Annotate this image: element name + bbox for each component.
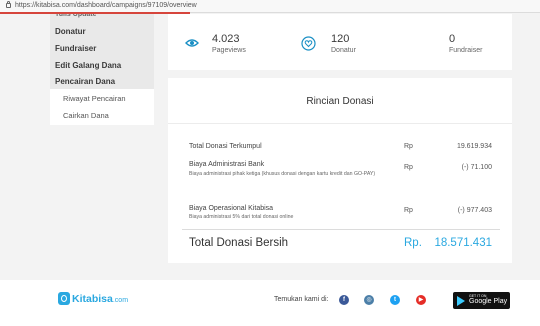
stat-pageviews-label: Pageviews bbox=[212, 47, 246, 54]
rincian-divider bbox=[168, 123, 512, 124]
sidebar-item-pencairan-dana[interactable]: Pencairan Dana bbox=[55, 77, 115, 86]
row-total-terkumpul-currency: Rp bbox=[404, 143, 413, 150]
sidebar-item-fundraiser[interactable]: Fundraiser bbox=[55, 44, 96, 53]
row-admin-bank-note: Biaya administrasi pihak ketiga (khusus … bbox=[189, 171, 376, 177]
rincian-title: Rincian Donasi bbox=[306, 96, 374, 107]
row-admin-bank-currency: Rp bbox=[404, 164, 413, 171]
row-operasional-label: Biaya Operasional Kitabisa bbox=[189, 205, 274, 212]
logo-suffix: .com bbox=[112, 297, 129, 304]
row-operasional-amount: (-) 977.403 bbox=[457, 207, 492, 214]
stat-donatur-label: Donatur bbox=[331, 47, 356, 54]
total-bersih-amount: 18.571.431 bbox=[434, 237, 492, 249]
total-bersih-label: Total Donasi Bersih bbox=[189, 237, 289, 249]
row-admin-bank-amount: (-) 71.100 bbox=[461, 164, 492, 171]
kitabisa-logo-icon[interactable] bbox=[58, 292, 70, 305]
stat-donatur-value: 120 bbox=[331, 33, 350, 45]
total-bersih-currency: Rp. bbox=[404, 237, 422, 249]
follow-us-text: Temukan kami di: bbox=[274, 296, 329, 303]
google-play-icon bbox=[457, 296, 465, 306]
sidebar-subitem-cairkan-dana[interactable]: Cairkan Dana bbox=[63, 111, 109, 120]
heart-icon bbox=[301, 36, 316, 51]
row-operasional-note: Biaya administrasi 5% dari total donasi … bbox=[189, 214, 294, 220]
eye-icon bbox=[185, 39, 199, 47]
stat-fundraiser-label: Fundraiser bbox=[449, 47, 483, 54]
row-total-terkumpul-label: Total Donasi Terkumpul bbox=[189, 143, 262, 150]
stat-fundraiser-value: 0 bbox=[449, 33, 456, 45]
instagram-icon[interactable]: ◎ bbox=[364, 295, 374, 305]
row-admin-bank-label: Biaya Administrasi Bank bbox=[189, 161, 265, 168]
sidebar-item-edit-galang-dana[interactable]: Edit Galang Dana bbox=[55, 61, 121, 70]
url-text[interactable]: https://kitabisa.com/dashboard/campaigns… bbox=[15, 1, 197, 11]
gplay-big-text: Google Play bbox=[469, 298, 508, 305]
total-divider bbox=[182, 229, 500, 230]
youtube-icon[interactable]: ▶ bbox=[416, 295, 426, 305]
facebook-icon[interactable]: f bbox=[339, 295, 349, 305]
kitabisa-logo[interactable]: Kitabisa.com bbox=[72, 293, 128, 305]
lock-icon bbox=[6, 1, 11, 8]
sidebar-item-cut[interactable]: Tulis Update bbox=[55, 14, 96, 19]
google-play-badge[interactable]: GET IT ON Google Play bbox=[453, 292, 510, 309]
sidebar-subitem-riwayat-pencairan[interactable]: Riwayat Pencairan bbox=[63, 94, 126, 103]
twitter-icon[interactable]: t bbox=[390, 295, 400, 305]
stat-pageviews-value: 4.023 bbox=[212, 33, 240, 45]
logo-main: Kitabisa bbox=[72, 293, 113, 305]
row-total-terkumpul-amount: 19.619.934 bbox=[456, 143, 492, 150]
sidebar-item-donatur[interactable]: Donatur bbox=[55, 27, 86, 36]
row-operasional-currency: Rp bbox=[404, 207, 413, 214]
